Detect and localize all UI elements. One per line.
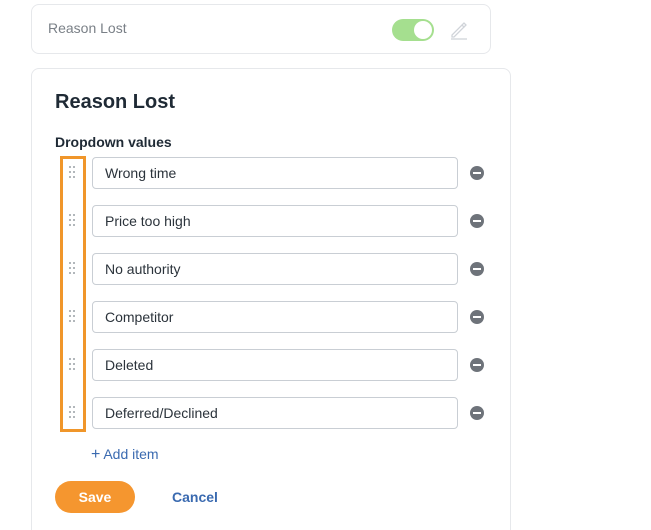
drag-handle-icon[interactable] xyxy=(69,214,77,228)
field-card-reason-lost[interactable]: Reason Lost xyxy=(31,4,491,54)
save-button[interactable]: Save xyxy=(55,481,135,513)
minus-circle-icon[interactable] xyxy=(470,262,484,276)
value-input[interactable] xyxy=(92,349,458,381)
value-input[interactable] xyxy=(92,301,458,333)
dropdown-values-label: Dropdown values xyxy=(55,134,172,150)
value-row xyxy=(32,253,512,285)
value-input[interactable] xyxy=(92,157,458,189)
drag-handle-icon[interactable] xyxy=(69,310,77,324)
plus-icon: + xyxy=(91,446,101,463)
value-row xyxy=(32,157,512,189)
value-row xyxy=(32,205,512,237)
minus-circle-icon[interactable] xyxy=(470,406,484,420)
value-input[interactable] xyxy=(92,205,458,237)
value-row xyxy=(32,349,512,381)
drag-handle-icon[interactable] xyxy=(69,406,77,420)
minus-circle-icon[interactable] xyxy=(470,214,484,228)
add-item-button[interactable]: + Add item xyxy=(91,446,159,464)
enabled-toggle[interactable] xyxy=(392,19,434,41)
drag-handles-highlight xyxy=(60,156,86,432)
pencil-icon[interactable] xyxy=(447,18,471,42)
drag-handle-icon[interactable] xyxy=(69,166,77,180)
field-title: Reason Lost xyxy=(48,20,127,36)
toggle-knob xyxy=(414,21,432,39)
page: Reason Lost Reason Lost Dropdown values … xyxy=(0,0,651,530)
minus-circle-icon[interactable] xyxy=(470,166,484,180)
value-row xyxy=(32,301,512,333)
drag-handle-icon[interactable] xyxy=(69,358,77,372)
cancel-button[interactable]: Cancel xyxy=(162,481,228,513)
minus-circle-icon[interactable] xyxy=(470,310,484,324)
add-item-label: Add item xyxy=(103,446,159,462)
value-input[interactable] xyxy=(92,397,458,429)
minus-circle-icon[interactable] xyxy=(470,358,484,372)
editor-title: Reason Lost xyxy=(55,91,176,113)
drag-handle-icon[interactable] xyxy=(69,262,77,276)
dropdown-editor-card: Reason Lost Dropdown values +Add item Sa… xyxy=(31,68,511,530)
value-input[interactable] xyxy=(92,253,458,285)
value-row xyxy=(32,397,512,429)
